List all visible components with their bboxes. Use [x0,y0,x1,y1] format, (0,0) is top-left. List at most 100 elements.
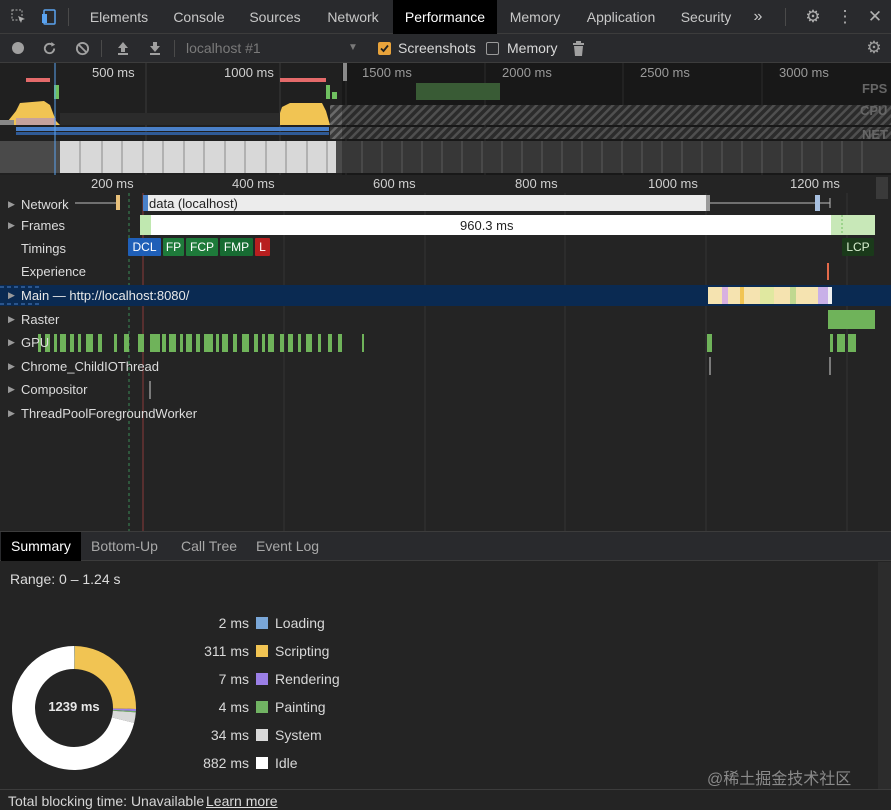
expand-triangle-icon[interactable]: ▶ [8,214,15,237]
legend-value-idle: 882 ms [203,755,249,771]
download-profile-icon[interactable] [145,34,165,64]
legend-swatch-idle [256,757,268,769]
track-label: ThreadPoolForegroundWorker [21,406,198,421]
legend-swatch-scripting [256,645,268,657]
expand-triangle-icon[interactable]: ▶ [8,193,15,216]
timeline-overview[interactable]: 500 ms 1000 ms 1500 ms 2000 ms 2500 ms 3… [0,63,891,175]
overview-tick: 1000 ms [224,65,274,80]
legend-swatch-painting [256,701,268,713]
tab-memory[interactable]: Memory [501,0,569,34]
track-frames[interactable]: ▶ Frames 960.3 ms [0,214,891,237]
track-childio[interactable]: ▶ Chrome_ChildIOThread [0,355,891,378]
legend-swatch-loading [256,617,268,629]
fps-lane-label: FPS [862,81,888,96]
ruler-tick: 400 ms [232,176,275,191]
track-main[interactable]: ▶ Main — http://localhost:8080/ [0,284,891,307]
tab-elements[interactable]: Elements [82,0,156,34]
network-request-label[interactable]: data (localhost) [149,192,238,215]
tab-performance[interactable]: Performance [393,0,497,34]
performance-toolbar: localhost #1 ▼ Screenshots Memory ⚙ [0,34,891,63]
tab-summary[interactable]: Summary [1,532,81,561]
memory-label: Memory [507,40,558,56]
timing-badge-fcp[interactable]: FCP [186,238,218,256]
settings-gear-icon[interactable]: ⚙ [802,0,824,34]
ruler-tick: 1000 ms [648,176,698,191]
track-threadpool[interactable]: ▶ ThreadPoolForegroundWorker [0,402,891,425]
screenshots-label: Screenshots [398,40,476,56]
overview-tick: 2500 ms [640,65,690,80]
timing-badge-fp[interactable]: FP [163,238,184,256]
track-raster[interactable]: ▶ Raster [0,308,891,331]
legend-swatch-system [256,729,268,741]
profile-select[interactable]: localhost #1 ▼ [186,34,362,62]
tab-application[interactable]: Application [578,0,664,34]
more-options-kebab-icon[interactable]: ⋮ [834,0,856,34]
expand-triangle-icon[interactable]: ▶ [8,331,15,354]
screenshots-checkbox[interactable] [378,42,391,55]
profile-select-value: localhost #1 [186,40,261,56]
expand-triangle-icon[interactable]: ▶ [8,355,15,378]
summary-scrollbar[interactable] [878,562,891,789]
legend-label-painting: Painting [275,699,326,715]
expand-triangle-icon[interactable]: ▶ [8,284,15,307]
overview-tick: 2000 ms [502,65,552,80]
close-devtools-icon[interactable]: ✕ [864,0,886,34]
track-label: Timings [21,241,67,256]
track-label: Compositor [21,382,88,397]
tab-security[interactable]: Security [672,0,740,34]
legend-swatch-rendering [256,673,268,685]
inspect-element-icon[interactable] [8,0,30,38]
divider [785,8,786,26]
learn-more-link[interactable]: Learn more [206,790,278,810]
track-label: Frames [21,218,66,233]
timing-badge-dcl[interactable]: DCL [128,238,161,256]
track-label: Network [21,197,69,212]
detail-time-ruler: 200 ms 400 ms 600 ms 800 ms 1000 ms 1200… [0,175,891,199]
track-compositor[interactable]: ▶ Compositor [0,378,891,401]
summary-panel: Range: 0 – 1.24 s 1239 ms 2 ms Loading 3… [0,562,891,789]
divider [68,8,69,26]
watermark: @稀土掘金技术社区 [707,771,852,788]
legend-label-loading: Loading [275,615,325,631]
legend-label-system: System [275,727,322,743]
chevron-down-icon: ▼ [348,42,358,53]
legend-value-rendering: 7 ms [218,671,249,687]
expand-triangle-icon[interactable]: ▶ [8,308,15,331]
track-network[interactable]: ▶ Network data (localhost) [0,193,891,216]
timing-badge-l[interactable]: L [255,238,270,256]
donut-total-label: 1239 ms [48,699,100,714]
track-gpu[interactable]: ▶ GPU [0,331,891,354]
timing-badge-fmp[interactable]: FMP [220,238,253,256]
upload-profile-icon[interactable] [113,34,133,64]
record-button[interactable] [8,34,28,64]
tab-event-log[interactable]: Event Log [256,532,319,561]
timing-badge-lcp[interactable]: LCP [842,238,874,256]
track-experience: Experience [0,260,891,283]
overview-tick: 500 ms [92,65,135,80]
tab-network[interactable]: Network [318,0,388,34]
expand-triangle-icon[interactable]: ▶ [8,378,15,401]
overview-tick: 3000 ms [779,65,829,80]
expand-triangle-icon[interactable]: ▶ [8,402,15,425]
legend-value-loading: 2 ms [218,615,249,631]
memory-checkbox[interactable] [486,42,499,55]
tab-console[interactable]: Console [164,0,234,34]
legend-label-rendering: Rendering [275,671,340,687]
garbage-collect-trash-icon[interactable] [568,34,588,65]
frame-duration-label[interactable]: 960.3 ms [460,214,513,237]
tab-bottom-up[interactable]: Bottom-Up [91,532,158,561]
legend-label-idle: Idle [275,755,298,771]
tab-sources[interactable]: Sources [241,0,309,34]
ruler-tick: 600 ms [373,176,416,191]
range-label: Range: 0 – 1.24 s [10,571,121,587]
legend-value-scripting: 311 ms [204,643,249,659]
tab-call-tree[interactable]: Call Tree [181,532,237,561]
device-toolbar-icon[interactable] [38,0,60,38]
reload-record-icon[interactable] [39,34,59,65]
more-tabs-button[interactable]: » [746,0,770,34]
total-blocking-time: Total blocking time: Unavailable [8,793,205,809]
clear-icon[interactable] [72,34,92,65]
track-label: Chrome_ChildIOThread [21,359,160,374]
cpu-lane-label: CPU [860,103,888,118]
capture-settings-gear-icon[interactable]: ⚙ [864,34,884,62]
